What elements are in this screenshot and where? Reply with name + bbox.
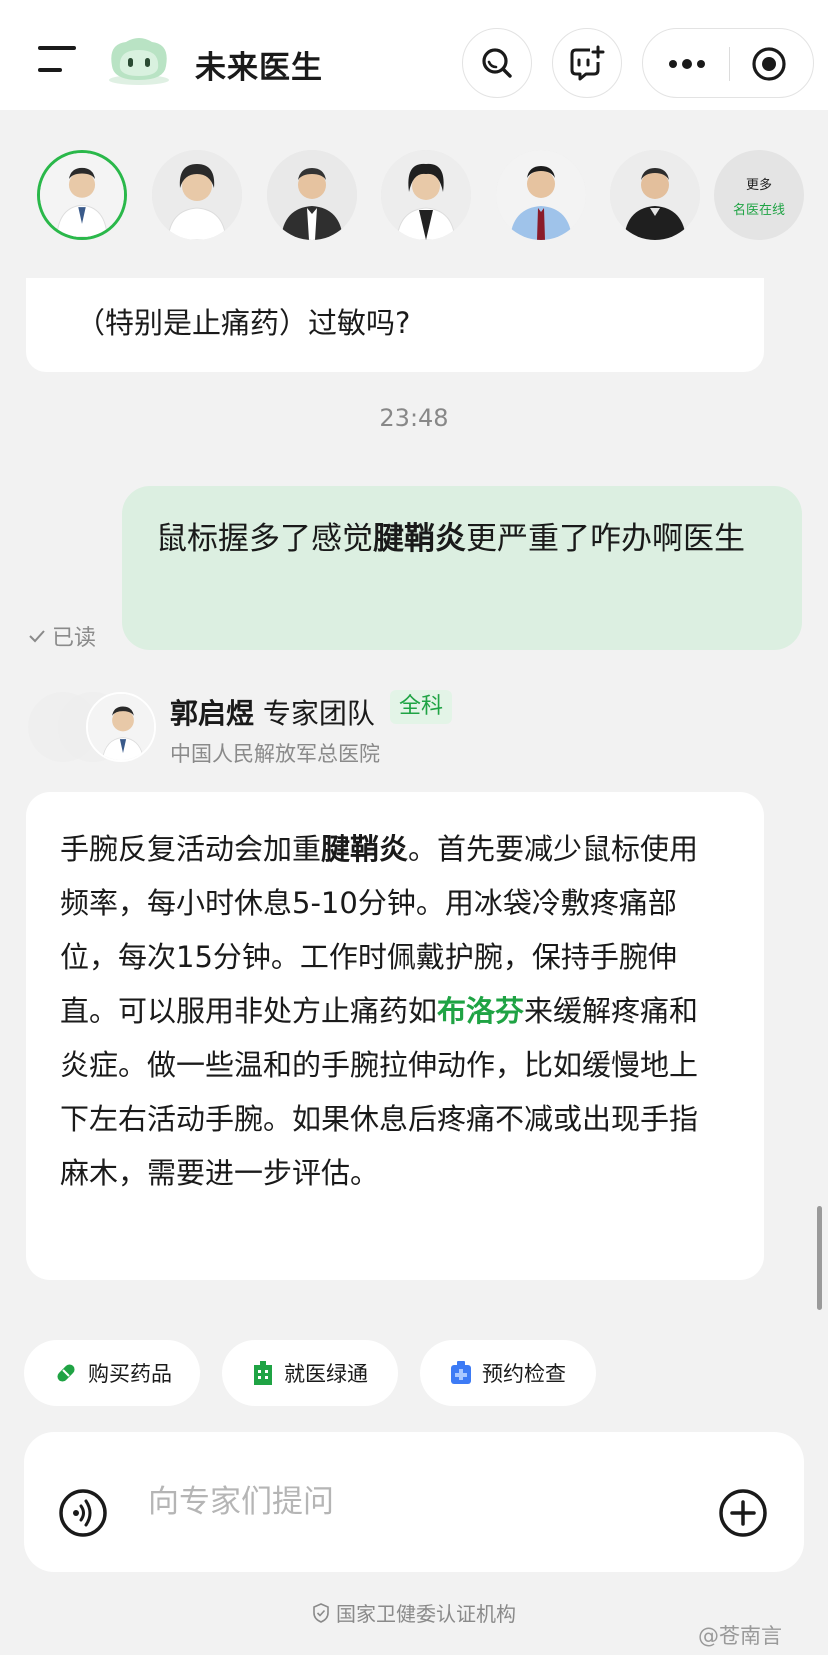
previous-doctor-message: （特别是止痛药）过敏吗?	[26, 278, 764, 372]
menu-icon[interactable]	[38, 44, 82, 74]
book-examination-label: 预约检查	[482, 1362, 566, 1386]
voice-button[interactable]	[58, 1488, 108, 1538]
app-title: 未来医生	[195, 50, 323, 86]
read-status-label: 已读	[52, 626, 97, 651]
doctor-team: 专家团队	[262, 697, 375, 730]
hospital-icon	[254, 1361, 272, 1385]
user-message-text-end: 更严重了咋办啊医生	[466, 521, 745, 557]
user-message-keyword: 腱鞘炎	[373, 521, 466, 557]
mini-program-capsule	[642, 28, 814, 98]
scrollbar[interactable]	[817, 1206, 822, 1310]
app-logo	[104, 36, 174, 86]
reply-text: 手腕反复活动会加重	[60, 832, 322, 866]
medical-kit-icon	[451, 1361, 471, 1384]
question-input[interactable]	[148, 1472, 688, 1532]
doctor-reply-bubble: 手腕反复活动会加重腱鞘炎。首先要减少鼠标使用频率，每小时休息5-10分钟。用冰袋…	[26, 792, 764, 1280]
doctor-avatar[interactable]	[610, 150, 700, 240]
new-chat-icon	[570, 45, 605, 81]
doctor-avatar[interactable]	[37, 150, 127, 240]
search-icon	[482, 48, 512, 78]
green-channel-label: 就医绿通	[284, 1362, 368, 1386]
doctor-name: 郭启煜 专家团队	[170, 692, 375, 732]
user-message-bubble: 鼠标握多了感觉腱鞘炎更严重了咋办啊医生	[122, 486, 802, 650]
more-icon[interactable]	[665, 51, 709, 77]
record-icon[interactable]	[751, 46, 787, 82]
doctor-avatar	[86, 692, 156, 762]
doctor-info-header[interactable]: 郭启煜 专家团队 全科 中国人民解放军总医院	[28, 688, 768, 768]
doctor-name-text: 郭启煜	[170, 697, 255, 730]
shield-check-icon	[313, 1602, 329, 1623]
department-badge: 全科	[390, 690, 453, 724]
read-status: 已读	[28, 620, 96, 652]
drug-link[interactable]: 布洛芬	[437, 994, 524, 1028]
certification-text: 国家卫健委认证机构	[336, 1602, 516, 1626]
pill-icon	[57, 1364, 75, 1382]
doctor-avatar[interactable]	[267, 150, 357, 240]
doctor-avatar[interactable]	[152, 150, 242, 240]
doctor-avatar[interactable]	[381, 150, 471, 240]
check-icon	[29, 630, 45, 643]
more-doctors-button[interactable]: 更多 名医在线	[714, 150, 804, 240]
watermark: @苍南言	[698, 1624, 782, 1648]
user-message-text: 鼠标握多了感觉	[156, 521, 373, 557]
voice-icon	[59, 1489, 107, 1537]
previous-message-text: （特别是止痛药）过敏吗?	[76, 306, 411, 340]
search-button[interactable]	[462, 28, 532, 98]
app-header: 未来医生	[0, 0, 828, 110]
more-doctors-label: 更多	[745, 178, 772, 193]
famous-doctors-online-label: 名医在线	[732, 203, 785, 218]
doctor-avatar[interactable]	[496, 150, 586, 240]
green-channel-button[interactable]: 就医绿通	[222, 1340, 398, 1406]
question-input-bar	[24, 1432, 804, 1572]
doctor-hospital: 中国人民解放军总医院	[170, 742, 380, 766]
new-chat-button[interactable]	[552, 28, 622, 98]
doctor-avatar-strip: 更多 名医在线	[0, 110, 828, 278]
reply-keyword: 腱鞘炎	[321, 832, 409, 866]
plus-button[interactable]	[718, 1488, 768, 1538]
plus-icon	[719, 1489, 767, 1537]
buy-medicine-button[interactable]: 购买药品	[24, 1340, 200, 1406]
book-examination-button[interactable]: 预约检查	[420, 1340, 596, 1406]
message-timestamp: 23:48	[379, 404, 449, 432]
buy-medicine-label: 购买药品	[88, 1362, 172, 1386]
capsule-divider	[729, 47, 730, 81]
